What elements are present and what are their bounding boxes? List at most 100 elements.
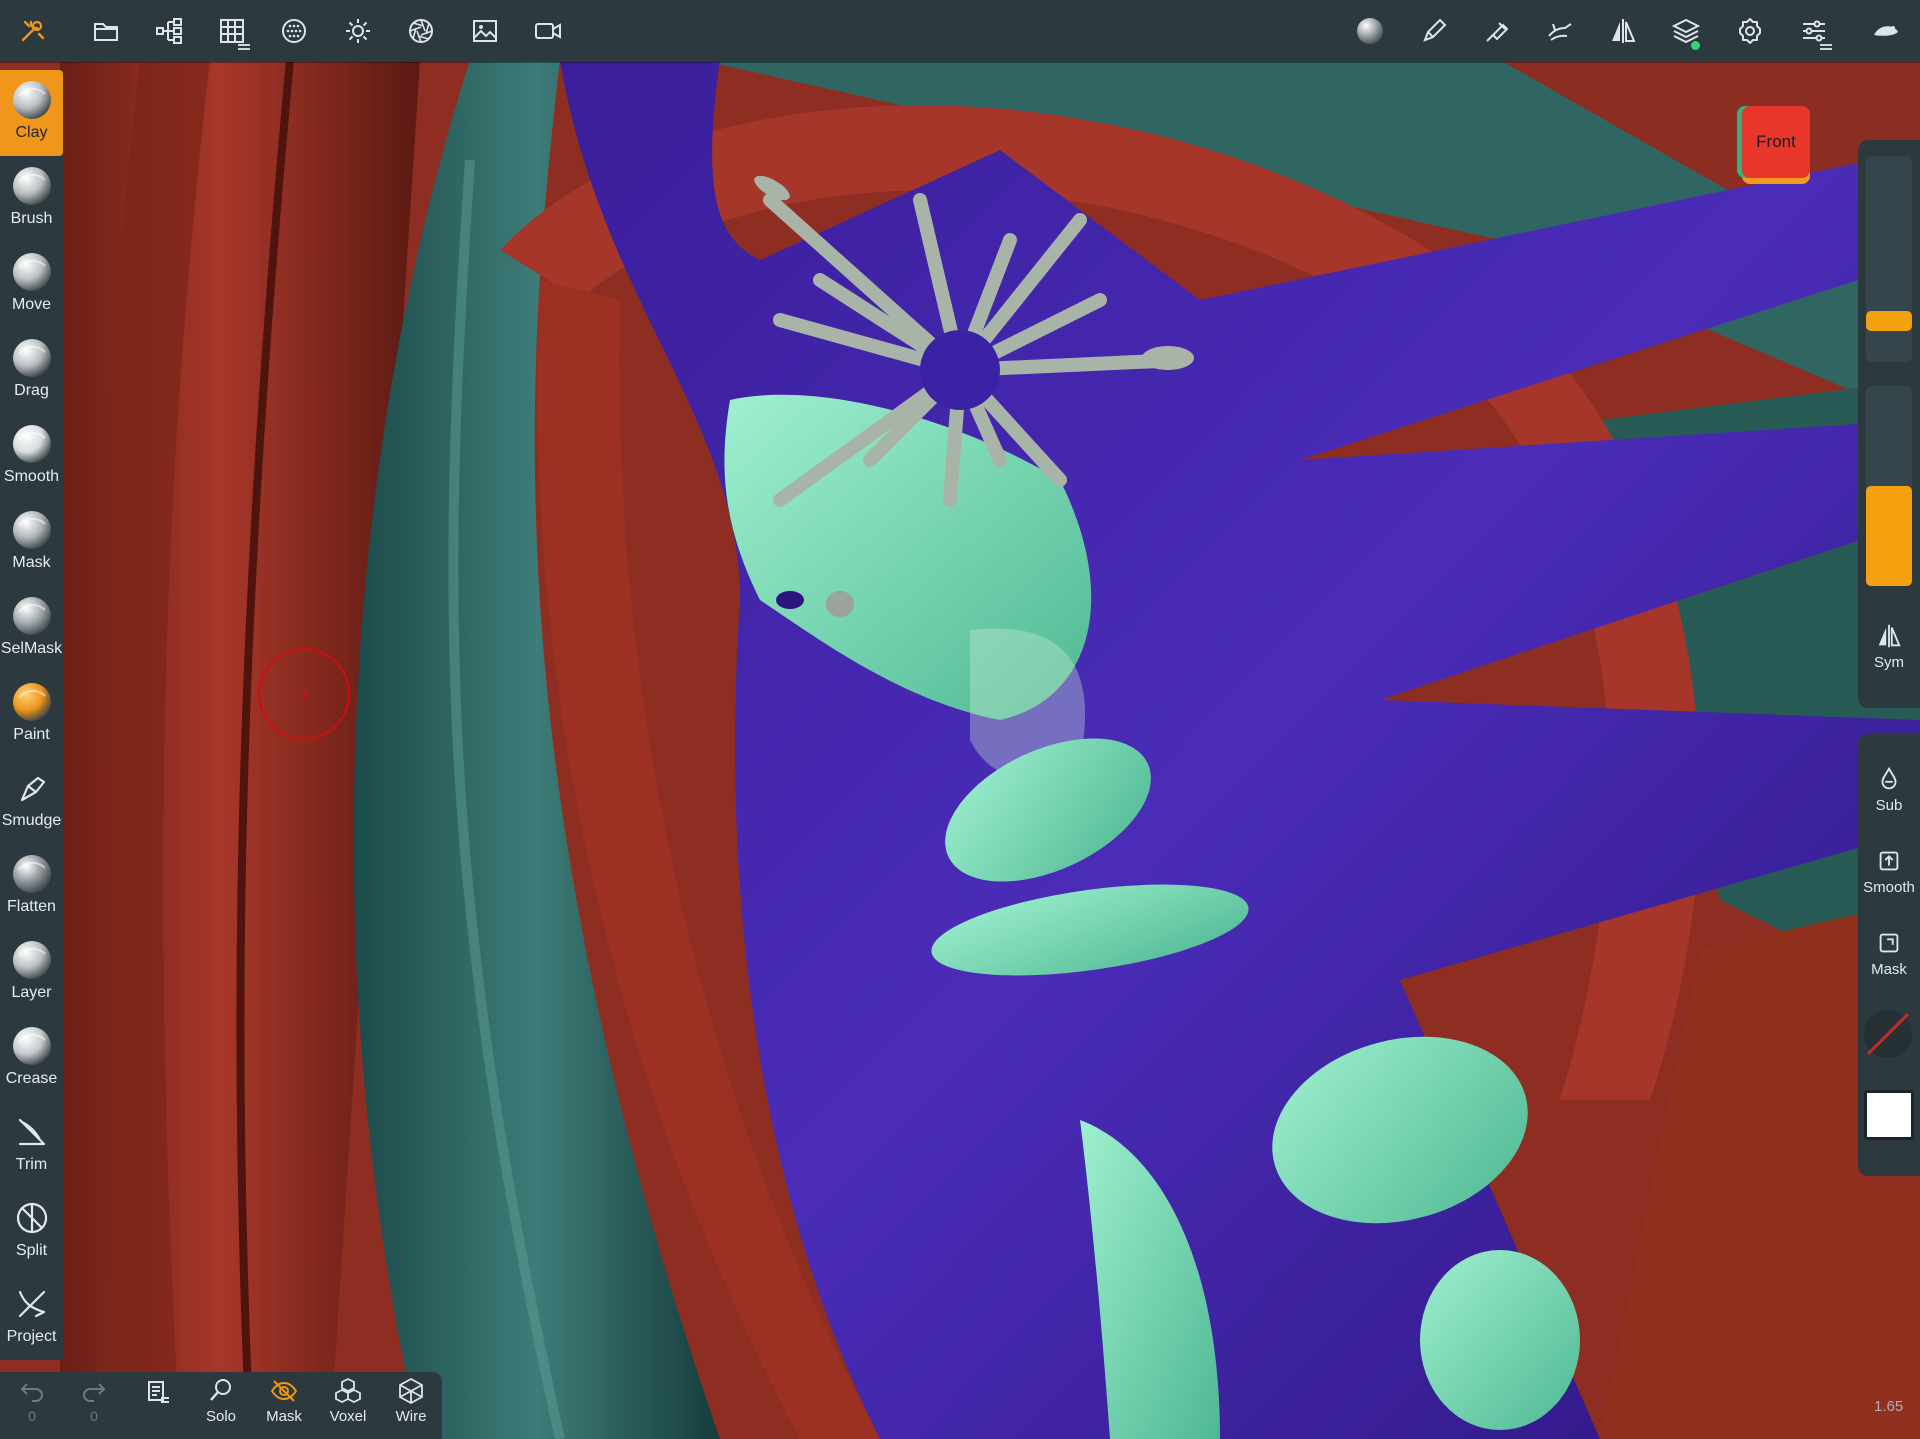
- view-cube-face-label: Front: [1756, 132, 1796, 151]
- drop-icon: [1881, 766, 1897, 790]
- textured-sphere-icon: [282, 19, 306, 43]
- sun-icon: [346, 19, 370, 43]
- interface-settings-button[interactable]: [1788, 6, 1840, 56]
- matcap-button[interactable]: [1344, 6, 1396, 56]
- undefined: [16, 1202, 47, 1234]
- tool-label: Smooth: [3, 468, 60, 485]
- tool-smudge[interactable]: Smudge: [0, 758, 63, 844]
- solo-label: Solo: [205, 1408, 237, 1425]
- mask-visibility-button[interactable]: Mask: [254, 1376, 314, 1438]
- tool-trim[interactable]: Trim: [0, 1102, 63, 1188]
- wireframe-button[interactable]: Wire: [381, 1376, 441, 1438]
- tool-label: Brush: [10, 210, 53, 227]
- tool-label: Trim: [15, 1156, 48, 1173]
- tool-flatten[interactable]: Flatten: [0, 844, 63, 930]
- tool-brush[interactable]: Brush: [0, 156, 63, 242]
- undefined: [18, 1290, 45, 1318]
- undefined: [18, 1118, 45, 1146]
- sliders-icon: [1803, 20, 1825, 42]
- tool-move[interactable]: Move: [0, 242, 63, 328]
- eye-off-icon: [270, 1380, 298, 1402]
- grid-icon: [220, 19, 244, 43]
- files-button[interactable]: [80, 6, 132, 56]
- mask-label: Mask: [1871, 961, 1907, 978]
- view-cube[interactable]: Front: [1742, 106, 1810, 178]
- nomad-logo-icon: [1874, 26, 1898, 36]
- intensity-slider-fill[interactable]: [1866, 486, 1912, 586]
- falloff-button[interactable]: [1534, 6, 1586, 56]
- hand-stylus-icon: [1548, 23, 1572, 41]
- undefined-wrap: [10, 766, 54, 810]
- tool-crease[interactable]: Crease: [0, 1016, 63, 1102]
- tool-clay[interactable]: Clay: [0, 70, 63, 156]
- brush-settings-button[interactable]: [1471, 6, 1523, 56]
- gear-icon: [1739, 18, 1761, 44]
- flatten-brush-icon-wrap: [10, 852, 54, 896]
- background-image-button[interactable]: [459, 6, 511, 56]
- alpha-swatch[interactable]: [1864, 1010, 1912, 1058]
- tool-label: Crease: [5, 1070, 58, 1087]
- app-logo-button[interactable]: [1860, 6, 1912, 56]
- solo-button[interactable]: Solo: [191, 1376, 251, 1438]
- wireframe-icon: [399, 1377, 423, 1405]
- undefined-wrap: [10, 1110, 54, 1154]
- sym-toggle[interactable]: Sym: [1858, 622, 1920, 671]
- tool-split[interactable]: Split: [0, 1188, 63, 1274]
- settings-button[interactable]: [1724, 6, 1776, 56]
- tool-label: Move: [11, 296, 52, 313]
- tool-paint[interactable]: Paint: [0, 672, 63, 758]
- redo-button[interactable]: 0: [64, 1376, 124, 1438]
- paint-color-swatch[interactable]: [1864, 1090, 1914, 1140]
- undo-count: 0: [28, 1408, 36, 1424]
- scene-tree-button[interactable]: [143, 6, 195, 56]
- tool-selmask[interactable]: SelMask: [0, 586, 63, 672]
- smooth-label: Smooth: [1863, 879, 1915, 896]
- topology-button[interactable]: [206, 6, 258, 56]
- tools-menu-button[interactable]: [6, 6, 58, 56]
- stroke-settings-button[interactable]: [1408, 6, 1460, 56]
- layers-active-dot: [1691, 41, 1700, 50]
- lighting-button[interactable]: [332, 6, 384, 56]
- camera-button[interactable]: [522, 6, 574, 56]
- tool-label: Flatten: [7, 898, 56, 915]
- redo-count: 0: [90, 1408, 98, 1424]
- tool-label: Project: [6, 1328, 57, 1345]
- outliner-button[interactable]: [128, 1376, 188, 1438]
- matcap-sphere-icon: [1357, 18, 1383, 44]
- sub-label: Sub: [1875, 797, 1903, 814]
- symmetry-button[interactable]: [1597, 6, 1649, 56]
- sym-label: Sym: [1874, 654, 1904, 671]
- smooth-shift-toggle[interactable]: Smooth: [1858, 847, 1920, 896]
- material-button[interactable]: [268, 6, 320, 56]
- tool-drag[interactable]: Drag: [0, 328, 63, 414]
- tool-label: Clay: [15, 124, 48, 141]
- tool-smooth[interactable]: Smooth: [0, 414, 63, 500]
- layer-brush-icon: [12, 941, 51, 979]
- tool-mask[interactable]: Mask: [0, 500, 63, 586]
- document-list-icon: [148, 1381, 169, 1403]
- drag-brush-icon: [12, 339, 51, 377]
- tool-layer[interactable]: Layer: [0, 930, 63, 1016]
- undo-button[interactable]: 0: [2, 1376, 62, 1438]
- tool-label: Layer: [11, 984, 52, 1001]
- radius-slider-handle[interactable]: [1866, 311, 1912, 332]
- smooth-square-icon: [1879, 851, 1899, 871]
- image-icon: [473, 20, 497, 42]
- symmetry-icon: [1878, 624, 1901, 648]
- voxel-button[interactable]: Voxel: [318, 1376, 378, 1438]
- sub-toggle[interactable]: Sub: [1858, 765, 1920, 814]
- post-process-button[interactable]: [395, 6, 447, 56]
- tool-label: SelMask: [0, 640, 63, 657]
- layers-button[interactable]: [1660, 6, 1712, 56]
- tool-project[interactable]: Project: [0, 1274, 63, 1360]
- no-alpha-icon: [1866, 1012, 1910, 1056]
- redo-icon: [83, 1383, 106, 1402]
- radius-slider[interactable]: [1866, 156, 1912, 362]
- voxel-label: Voxel: [329, 1408, 367, 1425]
- mask-square-icon: [1879, 933, 1899, 953]
- mask-shift-toggle[interactable]: Mask: [1858, 929, 1920, 978]
- mask-brush-icon-wrap: [10, 508, 54, 552]
- undefined: [20, 776, 45, 802]
- mask-visibility-label: Mask: [266, 1408, 302, 1425]
- smooth-brush-icon-wrap: [10, 422, 54, 466]
